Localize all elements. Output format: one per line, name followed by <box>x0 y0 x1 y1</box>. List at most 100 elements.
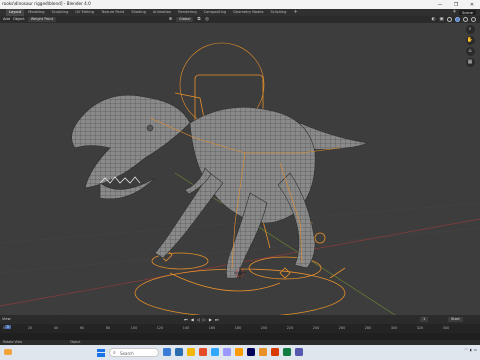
playhead[interactable]: 1 <box>4 324 12 330</box>
timeline-view-menu[interactable]: View <box>2 317 11 321</box>
object-menu[interactable]: Object <box>13 17 25 21</box>
mode-dropdown[interactable]: Weight Paint <box>27 16 57 22</box>
system-tray: ◠ ◖ ▭ <box>465 348 477 352</box>
browser-icon[interactable] <box>175 348 183 356</box>
playback-controls: ⏮ ◀ ◁ ▷ ▶ ⏭ <box>184 317 219 322</box>
current-frame-field[interactable]: 1 <box>420 317 429 322</box>
office-icon[interactable] <box>271 348 279 356</box>
tick-label: 60 <box>79 325 85 330</box>
timeline-header: View ⏮ ◀ ◁ ▷ ▶ ⏭ 1 Start <box>0 315 480 324</box>
tick-label: 340 <box>442 325 450 330</box>
tab-sculpting[interactable]: Sculpting <box>49 9 72 16</box>
status-hint-left: Rotate View <box>3 340 23 345</box>
tick-label: 100 <box>130 325 138 330</box>
dinosaur-eye <box>146 124 154 132</box>
window-title: rooks\dinosaur rigged\blend] - Blender 4… <box>2 1 91 6</box>
tab-layout[interactable]: Layout <box>6 9 25 16</box>
taskbar-apps <box>163 348 303 356</box>
zoom-icon[interactable]: ⌕ <box>465 25 475 34</box>
jump-end-icon[interactable]: ⏭ <box>215 317 219 322</box>
shading-wireframe-button[interactable] <box>447 16 452 22</box>
overlay-icon[interactable]: ◐ <box>431 17 436 22</box>
navigation-gizmo: ⌕ ✋ ⌂ ▦ <box>463 25 477 67</box>
search-placeholder: Search <box>120 350 134 356</box>
tab-texture-paint[interactable]: Texture Paint <box>98 9 127 16</box>
tick-label: 200 <box>260 325 268 330</box>
workspace-tabbar: Layout Modeling Sculpting UV Editing Tex… <box>0 9 480 16</box>
blender-app: rooks\dinosaur rigged\blend] - Blender 4… <box>0 0 480 360</box>
shading-solid-button[interactable] <box>455 16 460 22</box>
add-menu[interactable]: Add <box>3 17 10 21</box>
folder-icon[interactable] <box>187 348 195 356</box>
tick-label: 300 <box>390 325 398 330</box>
tab-modeling[interactable]: Modeling <box>25 9 47 16</box>
premiere-icon[interactable] <box>223 348 231 356</box>
tick-label: 120 <box>156 325 164 330</box>
3d-viewport[interactable]: ⌕ ✋ ⌂ ▦ <box>0 23 480 315</box>
pan-hand-icon[interactable]: ✋ <box>465 36 475 45</box>
illustrator-icon[interactable] <box>235 348 243 356</box>
volume-icon[interactable]: ◖ <box>470 348 472 352</box>
grid-icon[interactable]: ▦ <box>465 58 475 67</box>
close-button[interactable]: ✕ <box>464 0 480 9</box>
media-icon[interactable] <box>199 348 207 356</box>
tab-scripting[interactable]: Scripting <box>267 9 289 16</box>
photoshop-icon[interactable] <box>211 348 219 356</box>
play-icon[interactable]: ▷ <box>203 317 206 322</box>
search-icon: ⌕ <box>113 350 116 356</box>
tab-animation[interactable]: Animation <box>150 9 174 16</box>
wifi-icon[interactable]: ◠ <box>465 348 468 352</box>
window-controls: — ❐ ✕ <box>432 0 480 9</box>
status-hint-mid: Object <box>70 340 81 345</box>
xray-icon[interactable]: ▣ <box>439 17 444 22</box>
tab-geometry-nodes[interactable]: Geometry Nodes <box>230 9 266 16</box>
dinosaur-mesh <box>71 94 370 279</box>
teams-icon[interactable] <box>295 348 303 356</box>
tick-label: 160 <box>208 325 216 330</box>
jump-keyframe-forward-icon[interactable]: ▶ <box>209 317 212 322</box>
tab-compositing[interactable]: Compositing <box>201 9 230 16</box>
tick-label: 280 <box>364 325 372 330</box>
jump-start-icon[interactable]: ⏮ <box>184 317 188 322</box>
start-frame-label: Start <box>448 317 463 322</box>
battery-icon[interactable]: ▭ <box>474 348 477 352</box>
jump-keyframe-back-icon[interactable]: ◀ <box>191 317 194 322</box>
weather-icon[interactable] <box>4 349 12 355</box>
play-reverse-icon[interactable]: ◁ <box>197 317 200 322</box>
tick-label: 240 <box>312 325 320 330</box>
proportional-edit-icon[interactable]: ◎ <box>204 17 209 22</box>
camera-icon[interactable]: ⌂ <box>465 47 475 56</box>
tick-label: 20 <box>27 325 33 330</box>
tab-rendering[interactable]: Rendering <box>175 9 199 16</box>
tick-label: 220 <box>286 325 294 330</box>
scene-icon: ⚘ <box>452 10 457 15</box>
taskbar-search[interactable]: ⌕ Search <box>109 348 159 357</box>
tab-uv-editing[interactable]: UV Editing <box>72 9 97 16</box>
start-button[interactable] <box>97 348 105 357</box>
viewport-scene <box>0 42 480 315</box>
viewport-header: Add Object Weight Paint ⊕ Global ⧉ ◎ ◐ ▣ <box>0 16 480 23</box>
shading-material-button[interactable] <box>463 16 468 22</box>
add-workspace-button[interactable]: + <box>290 9 300 16</box>
timeline-ruler[interactable]: 0 20 40 60 80 100 120 140 160 180 200 22… <box>0 324 480 333</box>
scene-name-field[interactable]: Scene <box>459 10 476 15</box>
after-effects-icon[interactable] <box>247 348 255 356</box>
transform-orientation-icon: ⊕ <box>168 16 173 22</box>
minimize-button[interactable]: — <box>432 0 448 9</box>
transform-orientation-dropdown[interactable]: Global <box>176 16 194 22</box>
tick-label: 140 <box>182 325 190 330</box>
tab-shading[interactable]: Shading <box>128 9 149 16</box>
file-explorer-icon[interactable] <box>163 348 171 356</box>
os-taskbar: ⌕ Search ◠ ◖ ▭ <box>0 345 480 360</box>
tick-label: 180 <box>234 325 242 330</box>
maximize-button[interactable]: ❐ <box>448 0 464 9</box>
spreadsheet-icon[interactable] <box>283 348 291 356</box>
shading-rendered-button[interactable] <box>471 16 476 22</box>
tick-label: 40 <box>53 325 59 330</box>
tick-label: 320 <box>416 325 424 330</box>
blender-taskbar-icon[interactable] <box>259 348 267 356</box>
workspace-tabs: Layout Modeling Sculpting UV Editing Tex… <box>6 9 301 16</box>
snap-icon[interactable]: ⧉ <box>196 17 201 22</box>
keyframe-area[interactable] <box>0 333 480 340</box>
tick-label: 80 <box>105 325 111 330</box>
